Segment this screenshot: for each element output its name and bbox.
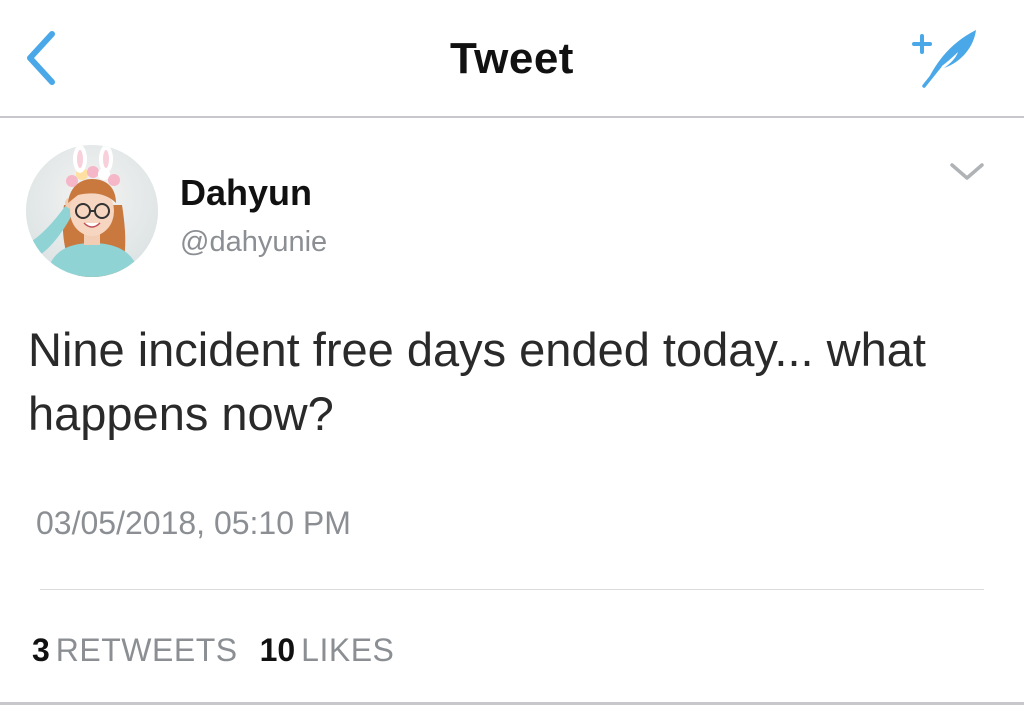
profile-avatar-image: [26, 145, 158, 277]
retweets-stat[interactable]: 3 RETWEETS: [32, 632, 238, 669]
divider: [40, 589, 984, 590]
navigation-bar: Tweet: [0, 0, 1024, 118]
tweet-text: Nine incident free days ended today... w…: [28, 323, 926, 440]
avatar[interactable]: [26, 145, 158, 277]
chevron-down-icon: [950, 163, 984, 180]
tweet-options-button[interactable]: [946, 156, 988, 188]
page-title: Tweet: [450, 34, 574, 83]
compose-tweet-button[interactable]: [900, 22, 984, 90]
retweets-count: 3: [32, 632, 50, 668]
retweets-label: RETWEETS: [55, 632, 238, 668]
compose-feather-icon: [912, 30, 976, 88]
tweet-detail-screen: Tweet Dahyun @dahyunie Nine incident fre…: [0, 0, 1024, 705]
likes-stat[interactable]: 10 LIKES: [260, 632, 395, 669]
likes-label: LIKES: [301, 632, 395, 668]
tweet-timestamp: 03/05/2018, 05:10 PM: [36, 505, 351, 541]
author-name[interactable]: Dahyun: [180, 172, 312, 214]
likes-count: 10: [259, 632, 296, 668]
author-handle[interactable]: @dahyunie: [180, 226, 327, 259]
engagement-stats: 3 RETWEETS 10 LIKES: [32, 632, 416, 669]
